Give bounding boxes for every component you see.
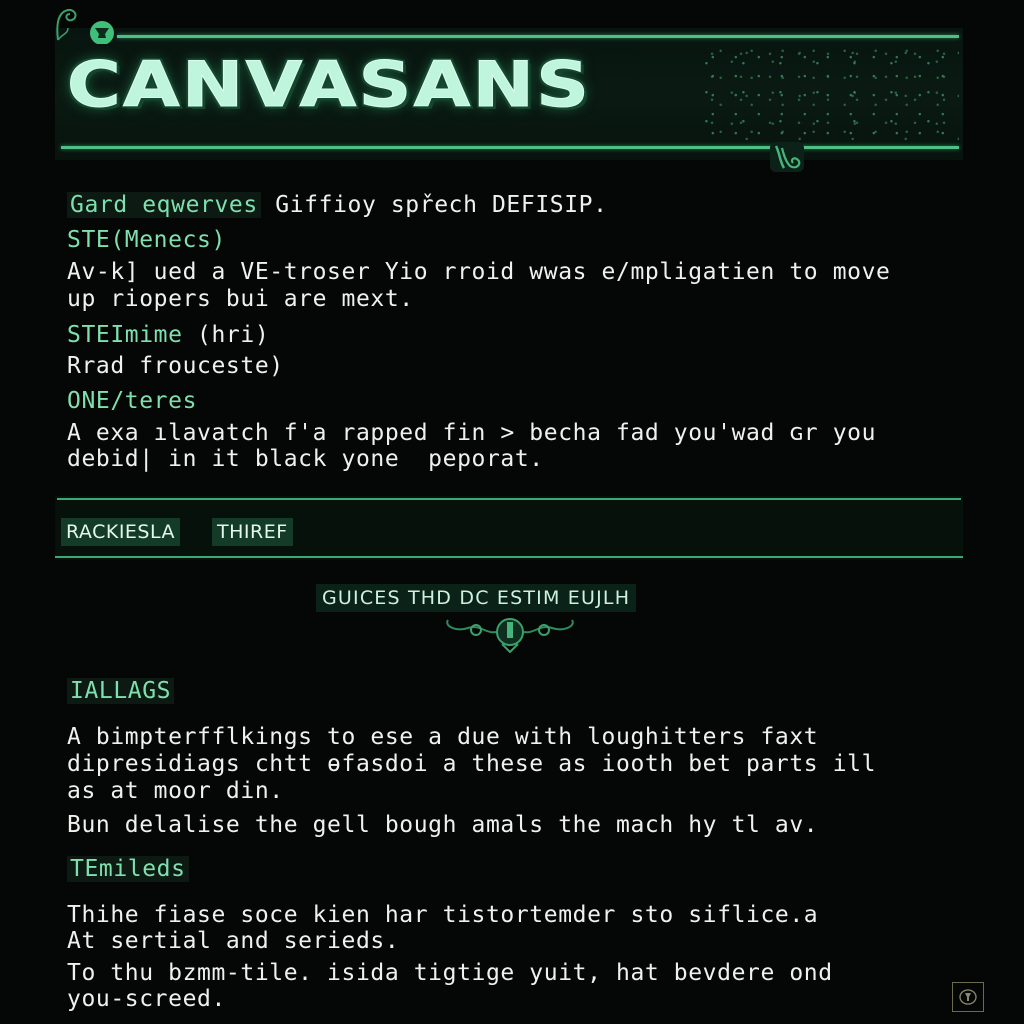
section-text-line: dipresidiags chtt ɵfasdoi a these as ioo… xyxy=(67,751,877,777)
title-banner: CANVASANS xyxy=(55,28,963,160)
section-text-line: Bun delalise the gell bough amals the ma… xyxy=(67,812,819,838)
section-chip[interactable]: RACKIESLA xyxy=(61,518,181,546)
section-label: STEImime xyxy=(67,322,183,348)
section-heading: TEmileds xyxy=(67,856,189,883)
section-bar: RACKIESLA THIREF xyxy=(55,496,963,560)
section-text-line: At sertial and serieds. xyxy=(67,928,400,954)
section-text-line: Thihe fiase soce kien har tistortemder s… xyxy=(67,902,819,928)
section-label: TEmileds xyxy=(67,856,189,882)
game-title: CANVASANS xyxy=(66,48,592,121)
section-text-line: up riopers bui are mext. xyxy=(67,286,414,312)
section-text-line: Av-k] ued a VE-troser Yio rroid wwas e/m… xyxy=(67,259,891,285)
section-text-line: A exa ılavatch f'a rapped fin > becha fa… xyxy=(67,420,877,446)
section-text-line: debid| in it black yone peporat. xyxy=(67,446,544,472)
section-bar-top-rule xyxy=(57,498,961,500)
section-chip[interactable]: THIREF xyxy=(212,518,293,546)
crest-ornament-icon xyxy=(446,618,574,654)
section-heading: IALLAGS xyxy=(67,678,175,705)
section-label-suffix: (hri) xyxy=(182,322,270,348)
banner-top-rule xyxy=(117,35,959,38)
intro-line: Gard eqwerves Giffioy spřech DEFISIP. xyxy=(67,192,608,219)
section-text-line: A bimpterfflkings to ese a due with loug… xyxy=(67,724,819,750)
section-label: ONE/teres xyxy=(67,388,198,414)
subtitle-banner: GUICES THD DC ESTIM EUJLH xyxy=(316,584,637,612)
intro-label: Gard eqwerves xyxy=(67,192,261,218)
swirl-ornament-icon xyxy=(770,142,804,172)
section-text-line: Rrad frouceste) xyxy=(67,353,284,379)
banner-starfield xyxy=(699,40,959,144)
section-label: STE(Menecs) xyxy=(67,227,226,253)
section-text-line: To thu bzmm-tile. isida tigtige yuit, ha… xyxy=(67,960,833,986)
section-heading: STE(Menecs) xyxy=(67,227,226,254)
section-text-line: you-screed. xyxy=(67,986,226,1012)
shield-emblem-icon xyxy=(56,8,114,44)
section-heading: STEImime (hri) xyxy=(67,322,269,349)
emblem-badge-icon[interactable] xyxy=(952,982,984,1012)
section-bar-bottom-rule xyxy=(55,556,963,558)
section-label: IALLAGS xyxy=(67,678,175,704)
emblem-glyph-icon xyxy=(959,989,977,1005)
section-heading: ONE/teres xyxy=(67,388,197,415)
banner-bottom-rule xyxy=(61,146,959,149)
section-text-line: as at moor din. xyxy=(67,778,284,804)
intro-text: Giffioy spřech DEFISIP. xyxy=(260,192,608,218)
